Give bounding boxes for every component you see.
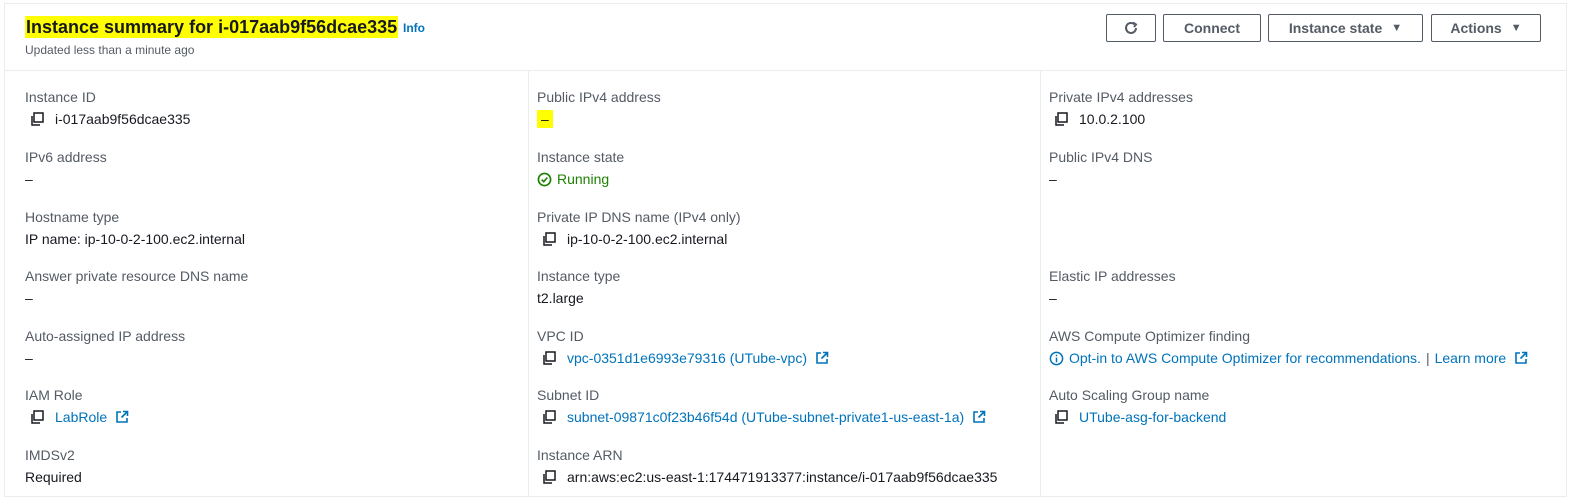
panel-header: Instance summary for i-017aab9f56dcae335…	[5, 4, 1566, 71]
instance-type-value: t2.large	[537, 290, 584, 306]
copy-icon[interactable]	[541, 231, 557, 247]
field-label: Private IP DNS name (IPv4 only)	[537, 209, 741, 225]
instance-summary-panel: Instance summary for i-017aab9f56dcae335…	[4, 3, 1567, 497]
copy-icon[interactable]	[541, 409, 557, 425]
private-dns-value: ip-10-0-2-100.ec2.internal	[567, 231, 728, 247]
field-ipv6: IPv6 address –	[25, 148, 107, 188]
connect-button-label: Connect	[1184, 20, 1240, 36]
field-label: Instance ID	[25, 89, 96, 105]
instance-state-value: Running	[557, 171, 610, 187]
instance-state-button[interactable]: Instance state ▼	[1268, 14, 1423, 42]
field-instance-id: Instance ID i-017aab9f56dcae335	[25, 88, 190, 128]
external-link-icon	[973, 410, 986, 423]
hostname-type-value: IP name: ip-10-0-2-100.ec2.internal	[25, 231, 245, 247]
auto-ip-value: –	[25, 350, 33, 366]
field-label: Hostname type	[25, 209, 120, 225]
instance-state-button-label: Instance state	[1288, 20, 1383, 36]
copy-icon[interactable]	[1053, 111, 1069, 127]
field-label: IMDSv2	[25, 447, 75, 463]
learn-more-link[interactable]: Learn more	[1435, 349, 1507, 367]
external-link-icon	[116, 410, 129, 423]
copy-icon[interactable]	[541, 469, 557, 485]
instance-arn-value: arn:aws:ec2:us-east-1:174471913377:insta…	[567, 469, 998, 485]
refresh-button[interactable]	[1106, 14, 1156, 42]
field-instance-arn: Instance ARN arn:aws:ec2:us-east-1:17447…	[537, 446, 997, 486]
iam-role-link[interactable]: LabRole	[55, 408, 107, 426]
page-title: Instance summary for i-017aab9f56dcae335	[25, 16, 399, 38]
copy-icon[interactable]	[541, 350, 557, 366]
check-circle-icon	[537, 172, 552, 186]
field-label: Elastic IP addresses	[1049, 268, 1176, 284]
field-vpc-id: VPC ID vpc-0351d1e6993e79316 (UTube-vpc)	[537, 327, 829, 367]
field-label: IPv6 address	[25, 149, 107, 165]
public-ipv4-value: –	[537, 110, 553, 128]
asg-link[interactable]: UTube-asg-for-backend	[1079, 408, 1226, 426]
elastic-ip-value: –	[1049, 290, 1057, 306]
field-auto-ip: Auto-assigned IP address –	[25, 327, 185, 367]
field-label: Public IPv4 DNS	[1049, 149, 1153, 165]
field-subnet-id: Subnet ID subnet-09871c0f23b46f54d (UTub…	[537, 386, 986, 426]
field-imdsv2: IMDSv2 Required	[25, 446, 82, 486]
private-ipv4-value: 10.0.2.100	[1079, 111, 1146, 127]
field-private-ipv4: Private IPv4 addresses 10.0.2.100	[1049, 88, 1193, 128]
caret-down-icon: ▼	[1510, 22, 1522, 34]
optimizer-opt-in-link[interactable]: Opt-in to AWS Compute Optimizer for reco…	[1069, 349, 1421, 367]
public-dns-value: –	[1049, 171, 1057, 187]
ipv6-value: –	[25, 171, 33, 187]
field-hostname-type: Hostname type IP name: ip-10-0-2-100.ec2…	[25, 208, 245, 248]
details-column-1: Instance ID i-017aab9f56dcae335 IPv6 add…	[5, 71, 527, 496]
field-answer-dns: Answer private resource DNS name –	[25, 267, 248, 307]
field-label: Instance ARN	[537, 447, 623, 463]
field-elastic-ip: Elastic IP addresses –	[1049, 267, 1176, 307]
refresh-icon	[1125, 21, 1138, 34]
subnet-id-link[interactable]: subnet-09871c0f23b46f54d (UTube-subnet-p…	[567, 408, 964, 426]
field-public-dns: Public IPv4 DNS –	[1049, 148, 1152, 188]
field-private-dns: Private IP DNS name (IPv4 only) ip-10-0-…	[537, 208, 741, 248]
field-label: Subnet ID	[537, 387, 600, 403]
field-label: Instance type	[537, 268, 621, 284]
instance-id-value: i-017aab9f56dcae335	[55, 111, 191, 127]
external-link-icon	[1515, 351, 1528, 364]
field-label: Auto Scaling Group name	[1049, 387, 1210, 403]
copy-icon[interactable]	[1053, 409, 1069, 425]
details-column-2: Public IPv4 address – Instance state Run…	[528, 71, 1040, 496]
field-label: Answer private resource DNS name	[25, 268, 249, 284]
field-instance-type: Instance type t2.large	[537, 267, 620, 307]
field-label: Private IPv4 addresses	[1049, 89, 1193, 105]
info-circle-icon	[1049, 351, 1064, 365]
field-public-ipv4: Public IPv4 address –	[537, 88, 661, 128]
field-label: Auto-assigned IP address	[25, 328, 186, 344]
imdsv2-value: Required	[25, 469, 82, 485]
vpc-id-link[interactable]: vpc-0351d1e6993e79316 (UTube-vpc)	[567, 349, 807, 367]
info-link[interactable]: Info	[403, 21, 425, 35]
separator: |	[1425, 350, 1430, 366]
field-label: IAM Role	[25, 387, 83, 403]
caret-down-icon: ▼	[1391, 22, 1403, 34]
actions-button-label: Actions	[1450, 20, 1502, 36]
details-column-3: Private IPv4 addresses 10.0.2.100 Public…	[1040, 71, 1549, 496]
field-optimizer: AWS Compute Optimizer finding Opt-in to …	[1049, 327, 1528, 367]
actions-button[interactable]: Actions ▼	[1431, 14, 1541, 42]
copy-icon[interactable]	[29, 111, 45, 127]
field-label: Public IPv4 address	[537, 89, 661, 105]
field-iam-role: IAM Role LabRole	[25, 386, 129, 426]
answer-dns-value: –	[25, 290, 33, 306]
field-label: VPC ID	[537, 328, 584, 344]
connect-button[interactable]: Connect	[1163, 14, 1261, 42]
external-link-icon	[816, 351, 829, 364]
field-label: Instance state	[537, 149, 625, 165]
updated-timestamp: Updated less than a minute ago	[25, 43, 195, 57]
field-label: AWS Compute Optimizer finding	[1049, 328, 1250, 344]
copy-icon[interactable]	[29, 409, 45, 425]
field-asg: Auto Scaling Group name UTube-asg-for-ba…	[1049, 386, 1226, 426]
field-instance-state: Instance state Running	[537, 148, 624, 188]
